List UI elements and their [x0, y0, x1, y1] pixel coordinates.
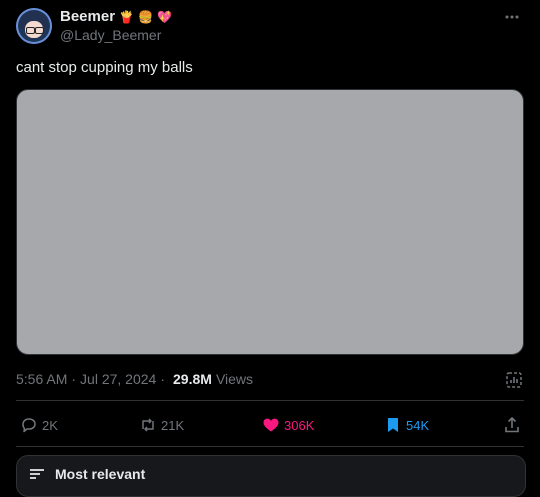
author-name-row: Beemer 🍟 🍔 💖	[60, 8, 172, 25]
analytics-icon	[506, 372, 522, 388]
like-count: 306K	[284, 417, 315, 433]
reply-count: 2K	[42, 417, 58, 433]
tweet-time[interactable]: 5:56 AM	[16, 371, 67, 387]
share-icon	[505, 417, 519, 433]
heart-emoji-badge: 💖	[156, 9, 172, 24]
author-avatar[interactable]	[16, 8, 52, 44]
views-label: Views	[215, 371, 254, 387]
author-handle[interactable]: @Lady_Beemer	[60, 27, 161, 43]
analytics-button[interactable]	[504, 370, 524, 390]
like-button[interactable]: 306K	[262, 413, 314, 437]
divider-bottom	[16, 446, 524, 447]
views-count: 29.8M	[173, 371, 212, 387]
bookmark-button[interactable]: 54K	[384, 413, 429, 437]
share-button[interactable]	[503, 413, 521, 437]
more-options-button[interactable]	[500, 8, 524, 26]
fries-emoji-badge: 🍟	[119, 9, 134, 24]
divider-top	[16, 400, 524, 401]
bookmark-count: 54K	[406, 417, 430, 433]
reply-icon	[22, 418, 36, 433]
burger-emoji-badge: 🍔	[138, 9, 153, 24]
tweet-text: cant stop cupping my balls	[16, 59, 193, 76]
more-dots-icon	[505, 15, 519, 19]
tweet-media-placeholder[interactable]	[16, 89, 524, 355]
reply-button[interactable]: 2K	[20, 413, 58, 437]
avatar-glasses-left	[26, 27, 35, 34]
replies-sort-button[interactable]: Most relevant	[16, 455, 526, 497]
replies-sort-label: Most relevant	[55, 466, 146, 482]
tweet-header: Beemer 🍟 🍔 💖 @Lady_Beemer	[16, 6, 524, 46]
avatar-glasses-right	[35, 27, 44, 34]
tweet-meta: 5:56 AM · Jul 27, 2024 · 29.8M Views	[16, 371, 253, 387]
repost-count: 21K	[161, 417, 185, 433]
bookmark-icon	[388, 418, 398, 432]
author-display-name[interactable]: Beemer	[60, 8, 115, 25]
tweet-actions: 2K 21K 306K 54K	[16, 413, 524, 437]
repost-icon	[142, 418, 154, 432]
tweet-date[interactable]: Jul 27, 2024	[80, 371, 156, 387]
meta-separator: ·	[71, 371, 77, 387]
repost-button[interactable]: 21K	[139, 413, 184, 437]
sort-icon	[30, 469, 44, 479]
heart-icon	[263, 418, 279, 432]
meta-separator-2: ·	[160, 371, 166, 387]
